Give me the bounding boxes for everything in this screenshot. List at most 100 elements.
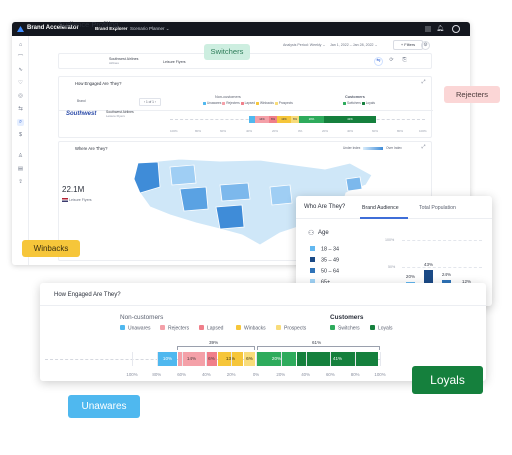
chevron-down-icon: ⌄: [374, 43, 378, 47]
mini-segment-winbacks[interactable]: 13%: [277, 116, 291, 123]
legend-swatch: [120, 325, 125, 330]
state-shape[interactable]: [133, 161, 161, 194]
legend-lapsed[interactable]: Lapsed: [199, 325, 223, 332]
trend-icon[interactable]: ⌒: [17, 55, 24, 62]
x-tick: 100%: [126, 372, 138, 377]
mini-axis-tick: 40%: [246, 129, 253, 133]
x-tick-mark: [330, 352, 332, 366]
mini-axis-tick: 80%: [397, 129, 404, 133]
brand-column-label: Brand: [77, 99, 86, 103]
audience-search-icon[interactable]: ⌕: [17, 119, 24, 126]
mini-axis-tick: 60%: [220, 129, 227, 133]
legend-rejecters[interactable]: Rejecters: [160, 325, 189, 332]
sidebar: ⌂ ⌒ ∿ ♡ ◎ ⇆ ⌕ $ ♙ ▤ ⇪: [12, 36, 29, 265]
legend-swatch: [370, 325, 375, 330]
mini-segment-prospects[interactable]: 6%: [291, 116, 299, 123]
filters-button[interactable]: + Filters: [393, 40, 423, 50]
age-bar-label: 24%: [441, 272, 452, 278]
x-tick: 40%: [301, 372, 310, 377]
mini-segment-lapsed[interactable]: 6%: [269, 116, 277, 123]
legend-switchers[interactable]: Switchers: [330, 325, 360, 332]
age-swatch: [310, 268, 315, 273]
legend-loyals[interactable]: Loyals: [370, 325, 392, 332]
age-legend-label: 50 – 64: [321, 268, 339, 275]
brand-selector[interactable]: Southwest Airlines Airlines: [109, 57, 138, 65]
mini-segment-loyals[interactable]: 41%: [324, 116, 376, 123]
noncust-group-title: Non-customers: [120, 314, 164, 321]
compare-icon[interactable]: ⇋: [374, 57, 383, 66]
expand-icon[interactable]: ⤢: [419, 144, 428, 153]
refresh-icon[interactable]: ⟳: [387, 57, 396, 66]
document-icon[interactable]: ▤: [17, 166, 24, 173]
x-tick: 60%: [177, 372, 186, 377]
x-tick: 80%: [350, 372, 360, 377]
tab-brand-audience[interactable]: Brand Audience: [362, 205, 399, 211]
state-shape[interactable]: [169, 164, 197, 186]
bell-icon[interactable]: 🔔︎: [436, 25, 444, 33]
y-tick: 50%: [388, 265, 396, 269]
legend-swatch: [330, 325, 335, 330]
age-legend-item: 35 – 49: [310, 257, 339, 264]
legend-label: Prospects: [284, 325, 307, 332]
date-range[interactable]: Jan 1, 2022 – Jan 28, 2022 ⌄: [330, 43, 378, 47]
share-icon[interactable]: ⎘: [400, 57, 409, 66]
mini-axis-tick: 40%: [347, 129, 354, 133]
pager[interactable]: ‹ 1 of 1 ›: [139, 98, 161, 106]
age-bar-label: 43%: [423, 262, 434, 268]
analysis-period[interactable]: Analysis Period: Weekly ⌄: [283, 43, 326, 47]
segment-loyals[interactable]: 41%: [297, 352, 378, 366]
segment-switchers[interactable]: 20%: [257, 352, 296, 366]
legend-switchers[interactable]: Switchers: [343, 101, 361, 105]
segment-lapsed[interactable]: 6%: [206, 352, 217, 366]
divider: [40, 305, 486, 306]
x-tick-mark: [355, 352, 357, 366]
age-swatch: [310, 246, 315, 251]
x-tick-mark: [132, 352, 133, 366]
user-icon[interactable]: ♙: [17, 153, 24, 160]
chart-icon[interactable]: ∿: [17, 67, 24, 74]
state-shape[interactable]: [219, 182, 251, 202]
tab-total-population[interactable]: Total Population: [419, 205, 456, 211]
legend-unawares[interactable]: Unawares: [120, 325, 151, 332]
x-tick: 100%: [374, 372, 386, 377]
legend-loyals[interactable]: Loyals: [361, 101, 375, 105]
mini-legend-noncust: Unawares Rejecters Lapsed Winbacks Prosp…: [203, 101, 293, 105]
heart-icon[interactable]: ♡: [17, 80, 24, 87]
noncust-group-title: Non-customers: [215, 95, 241, 99]
legend-label: Unawares: [128, 325, 151, 332]
mini-axis-tick: 20%: [322, 129, 329, 133]
age-legend-label: 18 – 34: [321, 246, 339, 253]
legend-prospects[interactable]: Prospects: [276, 325, 306, 332]
nav-scenario-planner[interactable]: Scenario Planner ⌄: [130, 26, 170, 32]
mini-segment-switchers[interactable]: 20%: [299, 116, 324, 123]
state-shape[interactable]: [179, 186, 209, 212]
legend-prospects[interactable]: Prospects: [274, 101, 293, 105]
state-shape[interactable]: [269, 184, 293, 206]
home-icon[interactable]: ⌂: [17, 42, 24, 49]
settings-icon[interactable]: ⚙: [421, 41, 430, 50]
cust-group-title: Customers: [330, 314, 364, 321]
rejecters-chip: Rejecters: [444, 86, 500, 103]
segment-unawares[interactable]: 10%: [158, 352, 177, 366]
chevron-down-icon: ⌄: [322, 43, 326, 47]
segment-prospects[interactable]: 6%: [244, 352, 255, 366]
mini-segment-rejecters[interactable]: 14%: [255, 116, 269, 123]
swap-icon[interactable]: ⇆: [17, 106, 24, 113]
legend-lapsed[interactable]: Lapsed: [240, 101, 255, 105]
audience-selector[interactable]: Leisure Flyers: [163, 60, 186, 64]
expand-icon[interactable]: ⤢: [419, 79, 428, 88]
export-icon[interactable]: ⇪: [17, 179, 24, 186]
legend-label: Winbacks: [244, 325, 266, 332]
brand-selector-sub: Airlines: [109, 61, 119, 65]
x-tick-mark: [181, 352, 183, 366]
apps-grid-icon[interactable]: [425, 26, 431, 32]
state-shape[interactable]: [215, 204, 245, 230]
legend-unawares[interactable]: Unawares: [203, 101, 221, 105]
avatar[interactable]: [452, 25, 460, 33]
legend-rejecters[interactable]: Rejecters: [222, 101, 240, 105]
legend-winbacks[interactable]: Winbacks: [236, 325, 266, 332]
dollar-icon[interactable]: $: [17, 132, 24, 139]
target-icon[interactable]: ◎: [17, 93, 24, 100]
state-shape[interactable]: [345, 176, 363, 192]
legend-winbacks[interactable]: Winbacks: [255, 101, 274, 105]
